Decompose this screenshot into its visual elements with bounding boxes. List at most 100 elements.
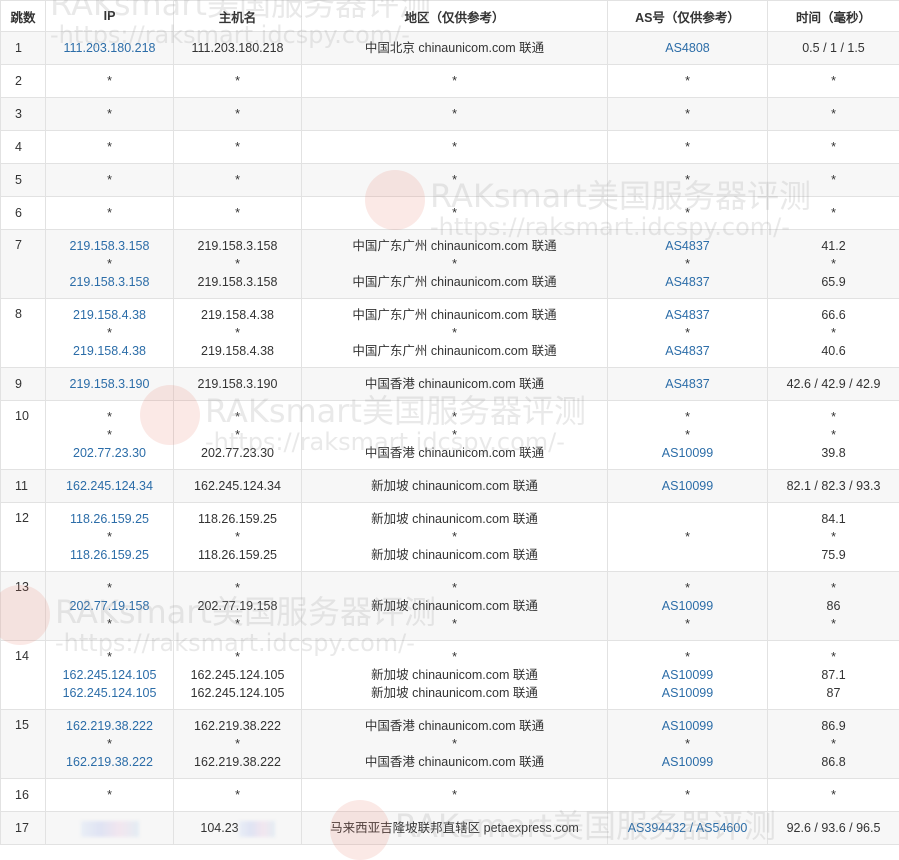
host-text: * <box>235 530 240 544</box>
as-text: AS10099 <box>662 755 713 769</box>
ip-value[interactable]: 202.77.19.158 <box>46 597 173 615</box>
as-value[interactable]: AS10099 <box>608 666 767 684</box>
ip-value[interactable] <box>46 819 173 837</box>
region-text: * <box>452 530 457 544</box>
region-text: 新加坡 chinaunicom.com 联通 <box>371 512 538 526</box>
as-value[interactable]: AS4837 <box>608 273 767 291</box>
host-value: * <box>174 255 301 273</box>
ip-text: * <box>107 206 112 220</box>
ip-value[interactable]: 219.158.4.38 <box>46 306 173 324</box>
as-text: AS4837 <box>665 344 709 358</box>
ip-value[interactable]: 219.158.3.190 <box>46 375 173 393</box>
ip-value[interactable]: 162.219.38.222 <box>46 717 173 735</box>
hop-cell: 10 <box>1 401 46 470</box>
ip-value[interactable]: 219.158.3.158 <box>46 273 173 291</box>
table-row: 16***** <box>1 779 899 812</box>
host-value: 162.245.124.105 <box>174 684 301 702</box>
as-text: AS10099 <box>662 686 713 700</box>
col-header-ip: IP <box>46 1 174 32</box>
table-row: 1111.203.180.218111.203.180.218中国北京 chin… <box>1 32 899 65</box>
ip-value: * <box>46 105 173 123</box>
as-value: * <box>608 72 767 90</box>
region-cell: 新加坡 chinaunicom.com 联通 <box>302 470 608 503</box>
ip-value: * <box>46 324 173 342</box>
ip-value[interactable]: 162.245.124.105 <box>46 684 173 702</box>
as-value[interactable]: AS10099 <box>608 444 767 462</box>
time-text: 84.1 <box>821 512 845 526</box>
as-cell: * <box>608 779 768 812</box>
ip-value: * <box>46 138 173 156</box>
hop-cell: 5 <box>1 164 46 197</box>
ip-value[interactable]: 162.219.38.222 <box>46 753 173 771</box>
as-cell: **AS10099 <box>608 401 768 470</box>
time-cell: 66.6*40.6 <box>768 299 899 368</box>
ip-cell: 219.158.3.190 <box>46 368 174 401</box>
ip-text: * <box>107 617 112 631</box>
as-text: * <box>685 257 690 271</box>
region-cell: 中国广东广州 chinaunicom.com 联通*中国广东广州 chinaun… <box>302 230 608 299</box>
col-header-time: 时间（毫秒） <box>768 1 899 32</box>
time-text: * <box>831 257 836 271</box>
as-value[interactable]: AS10099 <box>608 477 767 495</box>
as-value[interactable]: AS10099 <box>608 717 767 735</box>
ip-value[interactable]: 118.26.159.25 <box>46 546 173 564</box>
time-text: 92.6 / 93.6 / 96.5 <box>787 821 881 835</box>
as-value[interactable]: AS4837 <box>608 375 767 393</box>
as-value[interactable]: AS4837 <box>608 306 767 324</box>
as-text: * <box>685 650 690 664</box>
as-value: * <box>608 138 767 156</box>
ip-value[interactable]: 118.26.159.25 <box>46 510 173 528</box>
host-cell: *202.77.19.158* <box>174 572 302 641</box>
as-text: AS4837 <box>665 239 709 253</box>
host-text: 219.158.3.158 <box>198 275 278 289</box>
table-row: 17104.23马来西亚吉隆坡联邦直辖区 petaexpress.comAS39… <box>1 812 899 845</box>
table-row: 10**202.77.23.30**202.77.23.30**中国香港 chi… <box>1 401 899 470</box>
as-value[interactable]: AS4837 <box>608 342 767 360</box>
time-value: * <box>768 324 899 342</box>
as-cell: * AS10099 AS10099 <box>608 641 768 710</box>
time-text: * <box>831 617 836 631</box>
ip-value[interactable]: 219.158.4.38 <box>46 342 173 360</box>
as-text: * <box>685 530 690 544</box>
as-value: * <box>608 324 767 342</box>
time-value: 42.6 / 42.9 / 42.9 <box>768 375 899 393</box>
as-value[interactable]: AS394432 / AS54600 <box>608 819 767 837</box>
region-cell: 新加坡 chinaunicom.com 联通*新加坡 chinaunicom.c… <box>302 503 608 572</box>
ip-cell: **202.77.23.30 <box>46 401 174 470</box>
host-text: * <box>235 581 240 595</box>
as-cell: AS10099*AS10099 <box>608 710 768 779</box>
region-text: * <box>452 788 457 802</box>
host-value: * <box>174 408 301 426</box>
as-text: * <box>685 140 690 154</box>
as-value[interactable]: AS10099 <box>608 597 767 615</box>
as-text: * <box>685 107 690 121</box>
ip-value[interactable]: 202.77.23.30 <box>46 444 173 462</box>
ip-value[interactable]: 111.203.180.218 <box>46 39 173 57</box>
host-value: * <box>174 171 301 189</box>
ip-value[interactable]: 162.245.124.34 <box>46 477 173 495</box>
ip-text: * <box>107 140 112 154</box>
table-row: 6***** <box>1 197 899 230</box>
as-value[interactable]: AS10099 <box>608 753 767 771</box>
ip-value[interactable]: 162.245.124.105 <box>46 666 173 684</box>
time-value: * <box>768 105 899 123</box>
time-text: * <box>831 788 836 802</box>
ip-cell: 111.203.180.218 <box>46 32 174 65</box>
as-value[interactable]: AS4808 <box>608 39 767 57</box>
time-text: 82.1 / 82.3 / 93.3 <box>787 479 881 493</box>
ip-text: * <box>107 428 112 442</box>
host-cell: * <box>174 98 302 131</box>
as-cell: *AS10099* <box>608 572 768 641</box>
region-cell: * <box>302 197 608 230</box>
region-text: 新加坡 chinaunicom.com 联通 <box>371 686 538 700</box>
as-value[interactable]: AS10099 <box>608 684 767 702</box>
time-cell: * <box>768 779 899 812</box>
as-value: * <box>608 105 767 123</box>
region-text: 中国广东广州 chinaunicom.com 联通 <box>352 275 556 289</box>
as-value[interactable]: AS4837 <box>608 237 767 255</box>
time-text: 75.9 <box>821 548 845 562</box>
as-cell: * <box>608 98 768 131</box>
hop-cell: 15 <box>1 710 46 779</box>
time-value: * <box>768 138 899 156</box>
ip-value[interactable]: 219.158.3.158 <box>46 237 173 255</box>
